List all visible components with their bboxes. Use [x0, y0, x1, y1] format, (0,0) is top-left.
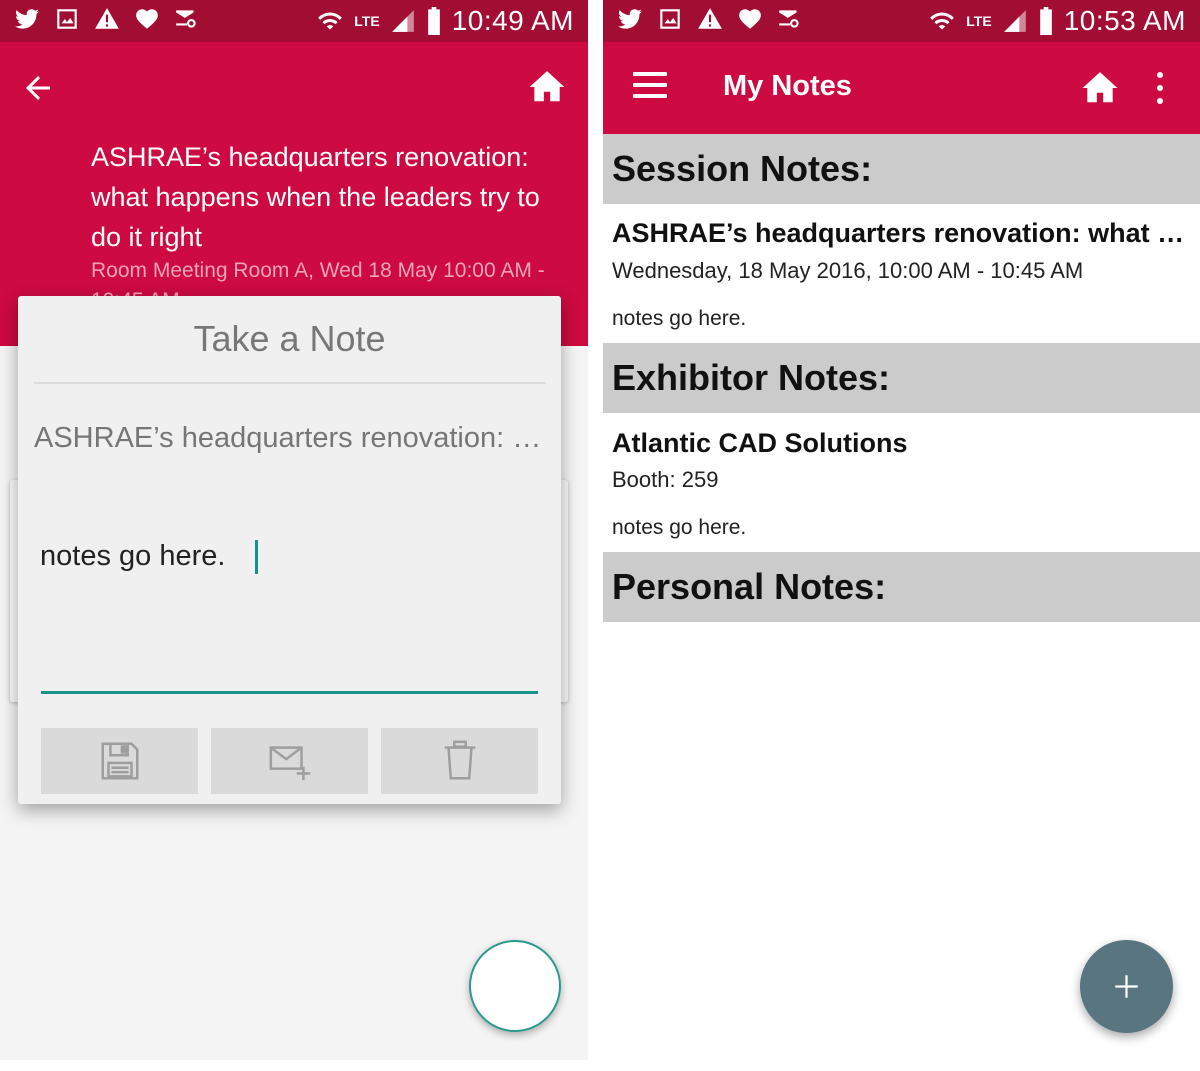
status-time: 10:53 AM — [1063, 5, 1186, 36]
session-meta: Room Meeting Room A, Wed 18 May 10:00 AM… — [91, 259, 545, 296]
status-bar: LTE 10:49 AM — [0, 0, 588, 42]
back-arrow-icon[interactable] — [20, 70, 56, 106]
overflow-menu-icon[interactable] — [1154, 72, 1166, 104]
take-note-screen: LTE 10:49 AM ASHRAE’s headquarters renov… — [0, 0, 588, 1060]
app-bar: My Notes — [603, 42, 1200, 134]
heart-icon — [739, 9, 761, 29]
battery-icon — [427, 7, 440, 35]
signal-icon — [391, 10, 414, 32]
image-icon — [57, 9, 77, 29]
section-header-session: Session Notes: — [603, 134, 1200, 204]
wifi-icon — [930, 12, 955, 30]
image-icon — [660, 9, 680, 29]
note-input-underline — [41, 691, 538, 694]
exhibitor-note-title[interactable]: Atlantic CAD Solutions — [612, 428, 1192, 459]
save-icon — [101, 742, 138, 780]
trash-icon — [444, 740, 475, 780]
note-subject: ASHRAE’s headquarters renovation: what h… — [34, 422, 544, 454]
heart-icon — [136, 9, 158, 29]
wifi-icon — [318, 12, 343, 30]
note-text-input[interactable] — [40, 540, 540, 690]
dialog-divider — [34, 382, 546, 384]
session-title: ASHRAE’s headquarters renovation: what h… — [91, 142, 540, 252]
delete-note-button[interactable] — [381, 728, 538, 794]
twitter-icon — [15, 9, 39, 29]
status-time: 10:49 AM — [451, 5, 574, 36]
email-alert-icon — [779, 10, 799, 28]
app-bar-title: My Notes — [723, 70, 852, 102]
signal-icon — [1003, 10, 1026, 32]
session-note-datetime: Wednesday, 18 May 2016, 10:00 AM - 10:45… — [612, 258, 1084, 283]
email-alert-icon — [176, 10, 196, 28]
status-bar: LTE 10:53 AM — [603, 0, 1200, 42]
section-header-personal: Personal Notes: — [603, 552, 1200, 622]
battery-icon — [1039, 7, 1052, 35]
session-note-text[interactable]: notes go here. — [612, 307, 1192, 331]
exhibitor-note-text[interactable]: notes go here. — [612, 516, 1192, 540]
email-note-button[interactable] — [211, 728, 368, 794]
dialog-title: Take a Note — [193, 318, 386, 359]
network-type-label: LTE — [966, 13, 992, 29]
save-note-button[interactable] — [41, 728, 198, 794]
home-icon[interactable] — [528, 68, 566, 106]
section-header-exhibitor: Exhibitor Notes: — [603, 343, 1200, 413]
exhibitor-note-booth: Booth: 259 — [612, 467, 719, 492]
session-note-title[interactable]: ASHRAE’s headquarters renovation: what h… — [612, 218, 1192, 249]
take-note-dialog: Take a Note ASHRAE’s headquarters renova… — [18, 296, 561, 804]
add-note-button[interactable] — [1080, 940, 1173, 1033]
network-type-label: LTE — [354, 13, 380, 29]
email-add-icon — [269, 746, 310, 781]
plus-icon — [1115, 975, 1138, 998]
home-icon[interactable] — [1081, 69, 1119, 107]
my-notes-screen: LTE 10:53 AM My Notes Session Notes: ASH… — [603, 0, 1200, 1060]
hamburger-menu-icon[interactable] — [633, 72, 667, 102]
warning-icon — [698, 8, 722, 29]
warning-icon — [95, 8, 119, 29]
text-cursor — [255, 540, 258, 574]
floating-action-button[interactable] — [469, 940, 561, 1032]
twitter-icon — [618, 9, 642, 29]
